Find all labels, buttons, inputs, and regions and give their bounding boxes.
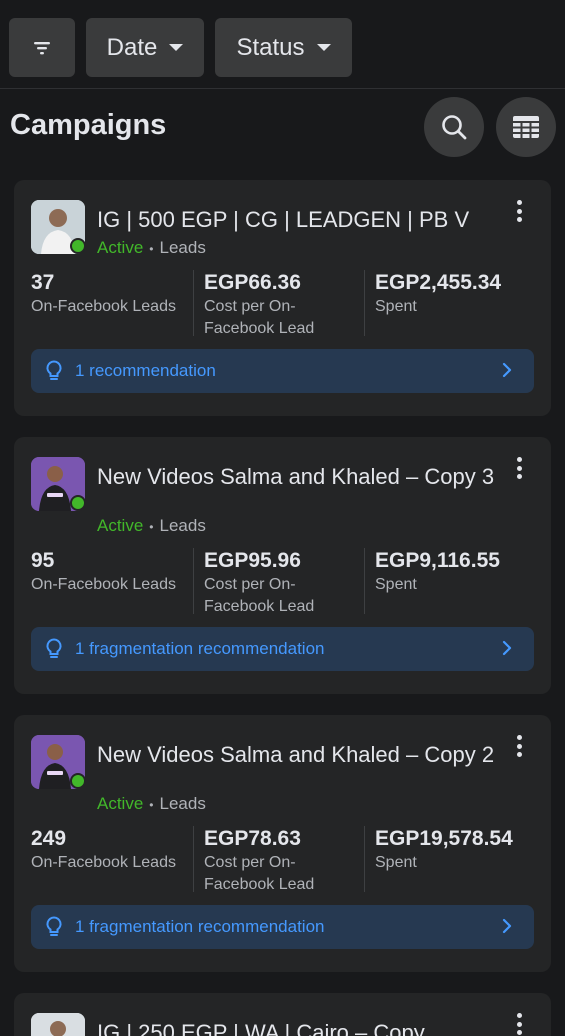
status-filter-dropdown[interactable]: Status [215, 18, 352, 77]
cost-stat: EGP78.63 Cost per On- Facebook Lead [193, 826, 353, 893]
objective-text: Leads [159, 238, 206, 257]
search-icon [442, 115, 467, 140]
more-options-button[interactable] [511, 735, 527, 757]
spent-stat: EGP2,455.34 Spent [364, 270, 534, 336]
lightbulb-icon [43, 360, 65, 382]
more-options-button[interactable] [511, 1013, 527, 1035]
results-label: On-Facebook Leads [31, 576, 176, 593]
campaign-meta: Active • Leads [97, 794, 206, 813]
status-text: Active [97, 516, 144, 535]
table-icon [513, 116, 539, 138]
results-stat: 95 On-Facebook Leads [31, 548, 191, 596]
table-view-button[interactable] [496, 97, 556, 157]
chevron-right-icon [502, 918, 512, 939]
recommendation-banner[interactable]: 1 fragmentation recommendation [31, 627, 534, 671]
results-value: 37 [31, 271, 55, 294]
cost-label-line-2: Facebook Lead [204, 598, 315, 615]
campaign-meta: Active • Leads [97, 238, 206, 257]
filter-bar: Date Status [0, 0, 565, 89]
date-filter-dropdown[interactable]: Date [86, 18, 204, 77]
spent-label: Spent [375, 854, 417, 871]
active-status-dot [70, 495, 86, 511]
status-filter-label: Status [236, 33, 305, 61]
campaign-stats: 95 On-Facebook Leads EGP95.96 Cost per O… [31, 548, 534, 615]
caret-down-icon [316, 44, 331, 51]
spent-value: EGP9,116.55 [375, 549, 500, 572]
cost-label-line-1: Cost per On- [204, 576, 296, 593]
objective-text: Leads [159, 794, 206, 813]
results-stat: 37 On-Facebook Leads [31, 270, 191, 318]
campaign-name: IG | 250 EGP | WA | Cairo – Copy [97, 1020, 425, 1036]
cost-label-line-2: Facebook Lead [204, 876, 315, 893]
spent-value: EGP2,455.34 [375, 271, 502, 294]
recommendation-banner[interactable]: 1 recommendation [31, 349, 534, 393]
campaign-meta: Active • Leads [97, 516, 206, 535]
cost-value: EGP95.96 [204, 549, 301, 572]
cost-label-line-1: Cost per On- [204, 854, 296, 871]
cost-value: EGP66.36 [204, 271, 301, 294]
campaign-name: New Videos Salma and Khaled – Copy 2 [97, 742, 495, 767]
spent-stat: EGP9,116.55 Spent [364, 548, 534, 614]
status-text: Active [97, 794, 144, 813]
campaign-card[interactable]: New Videos Salma and Khaled – Copy 3 Act… [14, 437, 551, 694]
spent-value: EGP19,578.54 [375, 827, 513, 850]
date-filter-label: Date [106, 33, 158, 61]
spent-stat: EGP19,578.54 Spent [364, 826, 534, 892]
active-status-dot [70, 773, 86, 789]
cost-label-line-2: Facebook Lead [204, 320, 315, 337]
lightbulb-icon [43, 638, 65, 660]
campaign-thumbnail [31, 1013, 85, 1036]
campaign-card[interactable]: IG | 250 EGP | WA | Cairo – Copy [14, 993, 551, 1036]
results-label: On-Facebook Leads [31, 854, 176, 871]
campaign-card[interactable]: IG | 500 EGP | CG | LEADGEN | PB V Activ… [14, 180, 551, 416]
objective-text: Leads [159, 516, 206, 535]
spent-label: Spent [375, 576, 417, 593]
recommendation-label: 1 fragmentation recommendation [75, 639, 325, 658]
cost-label-line-1: Cost per On- [204, 298, 296, 315]
cost-stat: EGP66.36 Cost per On- Facebook Lead [193, 270, 353, 337]
campaign-stats: 37 On-Facebook Leads EGP66.36 Cost per O… [31, 270, 534, 337]
chevron-right-icon [502, 362, 512, 383]
page-title: Campaigns [10, 109, 167, 141]
filter-button[interactable] [9, 18, 75, 77]
more-options-button[interactable] [511, 200, 527, 222]
search-button[interactable] [424, 97, 484, 157]
results-value: 95 [31, 549, 55, 572]
cost-value: EGP78.63 [204, 827, 301, 850]
campaign-name: IG | 500 EGP | CG | LEADGEN | PB V [97, 207, 470, 232]
results-label: On-Facebook Leads [31, 298, 176, 315]
campaign-card[interactable]: New Videos Salma and Khaled – Copy 2 Act… [14, 715, 551, 972]
chevron-right-icon [502, 640, 512, 661]
recommendation-label: 1 fragmentation recommendation [75, 917, 325, 936]
recommendation-banner[interactable]: 1 fragmentation recommendation [31, 905, 534, 949]
lightbulb-icon [43, 916, 65, 938]
spent-label: Spent [375, 298, 417, 315]
active-status-dot [70, 238, 86, 254]
filter-icon [34, 41, 50, 54]
cost-stat: EGP95.96 Cost per On- Facebook Lead [193, 548, 353, 615]
campaign-name: New Videos Salma and Khaled – Copy 3 [97, 464, 495, 489]
campaigns-screen: Date Status Campaigns IG | 500 EGP | CG … [0, 0, 565, 1036]
status-text: Active [97, 238, 144, 257]
caret-down-icon [169, 44, 184, 51]
results-value: 249 [31, 827, 67, 850]
more-options-button[interactable] [511, 457, 527, 479]
results-stat: 249 On-Facebook Leads [31, 826, 191, 874]
campaign-stats: 249 On-Facebook Leads EGP78.63 Cost per … [31, 826, 534, 893]
recommendation-label: 1 recommendation [75, 361, 216, 380]
